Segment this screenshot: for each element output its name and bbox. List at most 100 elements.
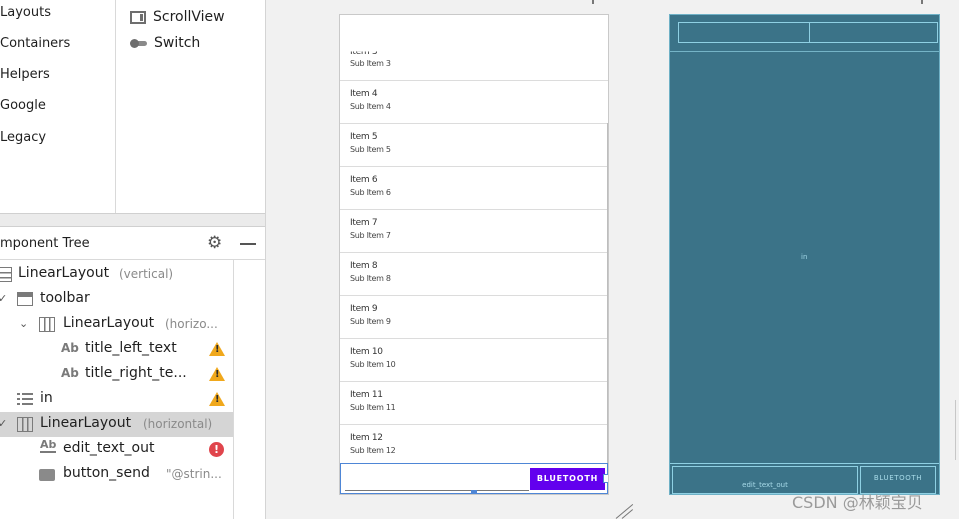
list-item-subtitle: Sub Item 5	[350, 145, 391, 154]
textview-icon: Ab	[61, 366, 79, 380]
list-item-subtitle: Sub Item 8	[350, 274, 391, 283]
button-icon	[39, 469, 55, 481]
palette-category-helpers[interactable]: Helpers	[0, 67, 50, 82]
tree-row-label: LinearLayout	[63, 315, 155, 331]
warning-icon[interactable]	[209, 367, 225, 381]
textview-icon: Ab	[61, 341, 79, 355]
tree-row-hint: (vertical)	[119, 267, 174, 281]
list-item-subtitle: Sub Item 6	[350, 188, 391, 197]
tree-row-root-linearlayout[interactable]: LinearLayout (vertical)	[0, 262, 234, 287]
chevron-down-icon[interactable]: ✓	[0, 417, 7, 430]
tree-row-label: LinearLayout	[18, 265, 110, 281]
resize-handle[interactable]	[471, 490, 477, 494]
blueprint-list-label: in	[801, 253, 808, 261]
list-item[interactable]: Item 11 Sub Item 11	[340, 382, 608, 425]
canvas-tick	[592, 0, 594, 4]
list-item-title: Item 12	[350, 433, 383, 443]
list-item[interactable]: Item 3 Sub Item 3	[340, 37, 608, 81]
list-item[interactable]: Item 12 Sub Item 12	[340, 425, 608, 468]
tree-row-bottom-linearlayout[interactable]: ✓ LinearLayout (horizontal)	[0, 412, 234, 437]
list-item-subtitle: Sub Item 3	[350, 59, 391, 68]
gear-icon[interactable]: ⚙	[207, 234, 222, 252]
list-item-title: Item 5	[350, 132, 378, 142]
scrollview-icon	[130, 10, 146, 24]
tree-row-button-send[interactable]: button_send "@strin...	[0, 462, 234, 487]
tree-row-label: LinearLayout	[40, 415, 132, 431]
palette-widget-switch[interactable]: Switch	[130, 35, 200, 51]
list-item[interactable]: Item 9 Sub Item 9	[340, 296, 608, 339]
list-item-subtitle: Sub Item 7	[350, 231, 391, 240]
list-item-subtitle: Sub Item 4	[350, 102, 391, 111]
list-item-title: Item 8	[350, 261, 378, 271]
scrollbar-edge[interactable]	[955, 400, 959, 460]
tree-row-title-left-text[interactable]: Ab title_left_text	[0, 337, 234, 362]
blueprint-divider	[809, 23, 810, 42]
tree-row-label: title_left_text	[85, 340, 177, 356]
edittext-icon: Ab	[40, 438, 57, 453]
switch-icon	[130, 38, 147, 48]
component-tree-header: omponent Tree ⚙	[0, 227, 265, 260]
toolbar-icon	[17, 292, 33, 306]
tree-divider	[233, 260, 234, 519]
tree-row-toolbar-linearlayout[interactable]: ⌄ LinearLayout (horizo...	[0, 312, 234, 337]
list-item-title: Item 6	[350, 175, 378, 185]
tree-row-label: button_send	[63, 465, 150, 481]
list-edge-shadow	[607, 123, 608, 465]
tree-row-label: toolbar	[40, 290, 90, 306]
resize-grip-icon[interactable]	[614, 500, 638, 519]
palette-category-layouts[interactable]: Layouts	[0, 5, 51, 20]
blueprint-divider	[670, 51, 939, 52]
list-item-title: Item 9	[350, 304, 378, 314]
list-item-title: Item 4	[350, 89, 378, 99]
blueprint-toolbar[interactable]	[678, 22, 938, 43]
list-item[interactable]: Item 5 Sub Item 5	[340, 124, 608, 167]
error-icon[interactable]: !	[209, 442, 224, 457]
list-item-title: Item 10	[350, 347, 383, 357]
listview-icon	[17, 392, 33, 405]
blueprint-surface[interactable]: in edit_text_out BLUETOOTH	[669, 14, 940, 495]
tree-row-toolbar[interactable]: ✓ toolbar	[0, 287, 234, 312]
panel-splitter[interactable]	[0, 213, 265, 227]
list-item-subtitle: Sub Item 9	[350, 317, 391, 326]
tree-row-hint: "@strin...	[166, 467, 222, 481]
minimize-icon[interactable]	[240, 243, 256, 245]
list-item-title: Item 3	[350, 47, 378, 58]
palette-categories: Layouts Containers Helpers Google Legacy	[0, 0, 115, 213]
edit-text-out-preview[interactable]	[345, 490, 529, 491]
component-tree: LinearLayout (vertical) ✓ toolbar ⌄ Line…	[0, 260, 234, 519]
list-item[interactable]: Item 7 Sub Item 7	[340, 210, 608, 253]
list-item-subtitle: Sub Item 10	[350, 360, 396, 369]
palette-category-containers[interactable]: Containers	[0, 36, 70, 51]
list-item-title: Item 11	[350, 390, 383, 400]
tree-row-hint: (horizontal)	[143, 417, 213, 431]
tree-row-edit-text-out[interactable]: Ab edit_text_out !	[0, 437, 234, 462]
bottom-linearlayout-preview[interactable]: BLUETOOTH	[340, 463, 608, 494]
palette-widget-scrollview[interactable]: ScrollView	[130, 9, 225, 25]
palette-category-google[interactable]: Google	[0, 98, 46, 113]
list-item-subtitle: Sub Item 12	[350, 446, 396, 455]
list-item[interactable]: Item 8 Sub Item 8	[340, 253, 608, 296]
palette-widget-label: ScrollView	[153, 9, 225, 25]
canvas-tick	[921, 0, 923, 4]
chevron-down-icon[interactable]: ⌄	[19, 317, 28, 330]
chevron-down-icon[interactable]: ✓	[0, 292, 7, 305]
component-tree-title: omponent Tree	[0, 236, 90, 251]
design-surface[interactable]: Item 3 Sub Item 3 Item 4 Sub Item 4 Item…	[339, 14, 609, 495]
palette-category-legacy[interactable]: Legacy	[0, 130, 46, 145]
list-item[interactable]: Item 4 Sub Item 4	[340, 81, 608, 124]
tree-row-title-right-text[interactable]: Ab title_right_te...	[0, 362, 234, 387]
warning-icon[interactable]	[209, 342, 225, 356]
horizontal-layout-icon	[39, 317, 55, 332]
watermark: CSDN @林颖宝贝	[792, 493, 923, 512]
bluetooth-button[interactable]: BLUETOOTH	[530, 468, 605, 490]
resize-handle[interactable]	[603, 474, 608, 483]
list-item[interactable]: Item 10 Sub Item 10	[340, 339, 608, 382]
warning-icon[interactable]	[209, 392, 225, 406]
horizontal-layout-icon	[17, 417, 33, 432]
list-item[interactable]: Item 6 Sub Item 6	[340, 167, 608, 210]
tree-row-label: in	[40, 390, 53, 406]
tree-row-hint: (horizo...	[165, 317, 218, 331]
vertical-layout-icon	[0, 267, 12, 282]
tree-row-label: title_right_te...	[85, 365, 187, 381]
tree-row-in[interactable]: in	[0, 387, 234, 412]
